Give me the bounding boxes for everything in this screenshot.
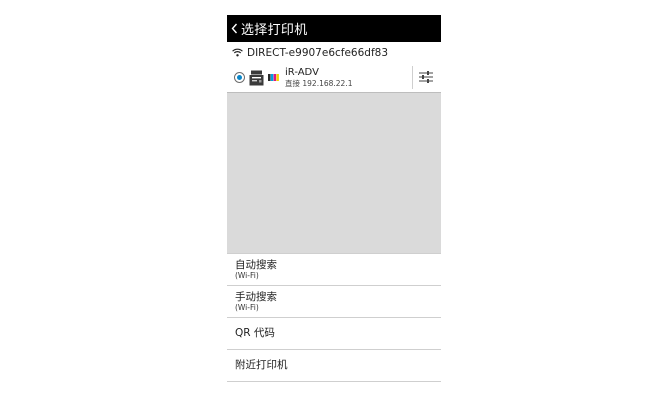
menu-item-manual-search[interactable]: 手动搜索 (Wi-Fi) xyxy=(227,285,441,317)
menu-item-title: 手动搜索 xyxy=(235,290,277,303)
menu-item-title: 自动搜索 xyxy=(235,258,277,271)
menu-item-title: QR 代码 xyxy=(235,327,275,340)
printer-name: iR-ADV xyxy=(285,66,319,78)
menu-item-auto-search[interactable]: 自动搜索 (Wi-Fi) xyxy=(227,253,441,285)
wifi-icon xyxy=(232,48,243,57)
printer-list-item[interactable]: iR-ADV 直接 192.168.22.1 xyxy=(227,63,441,93)
settings-sliders-icon xyxy=(419,71,433,83)
printer-select-screen: 选择打印机 DIRECT-e9907e6cfe66df83 iR-ADV 直接 … xyxy=(227,15,441,383)
printer-list-empty-area xyxy=(227,93,441,253)
menu-item-subtitle: (Wi-Fi) xyxy=(235,271,259,281)
menu-item-subtitle: (Wi-Fi) xyxy=(235,303,259,313)
ink-level-icon xyxy=(268,74,279,81)
search-menu: 自动搜索 (Wi-Fi) 手动搜索 (Wi-Fi) QR 代码 附近打印机 xyxy=(227,253,441,382)
menu-item-title: 附近打印机 xyxy=(235,359,288,372)
divider xyxy=(412,66,413,89)
network-ssid: DIRECT-e9907e6cfe66df83 xyxy=(247,46,389,59)
printer-connection: 直接 192.168.22.1 xyxy=(285,78,353,88)
network-row: DIRECT-e9907e6cfe66df83 xyxy=(227,42,441,64)
page-title: 选择打印机 xyxy=(241,23,308,38)
menu-item-qr-code[interactable]: QR 代码 xyxy=(227,317,441,349)
radio-selected-dot xyxy=(237,75,242,80)
menu-item-nearby-printers[interactable]: 附近打印机 xyxy=(227,349,441,382)
back-button[interactable] xyxy=(227,15,241,42)
printer-radio[interactable] xyxy=(234,72,245,83)
title-bar: 选择打印机 xyxy=(227,15,441,42)
back-arrow-icon xyxy=(231,23,237,34)
printer-info: iR-ADV 直接 192.168.22.1 xyxy=(285,66,353,88)
printer-icon xyxy=(249,70,264,86)
printer-settings-button[interactable] xyxy=(418,69,434,85)
